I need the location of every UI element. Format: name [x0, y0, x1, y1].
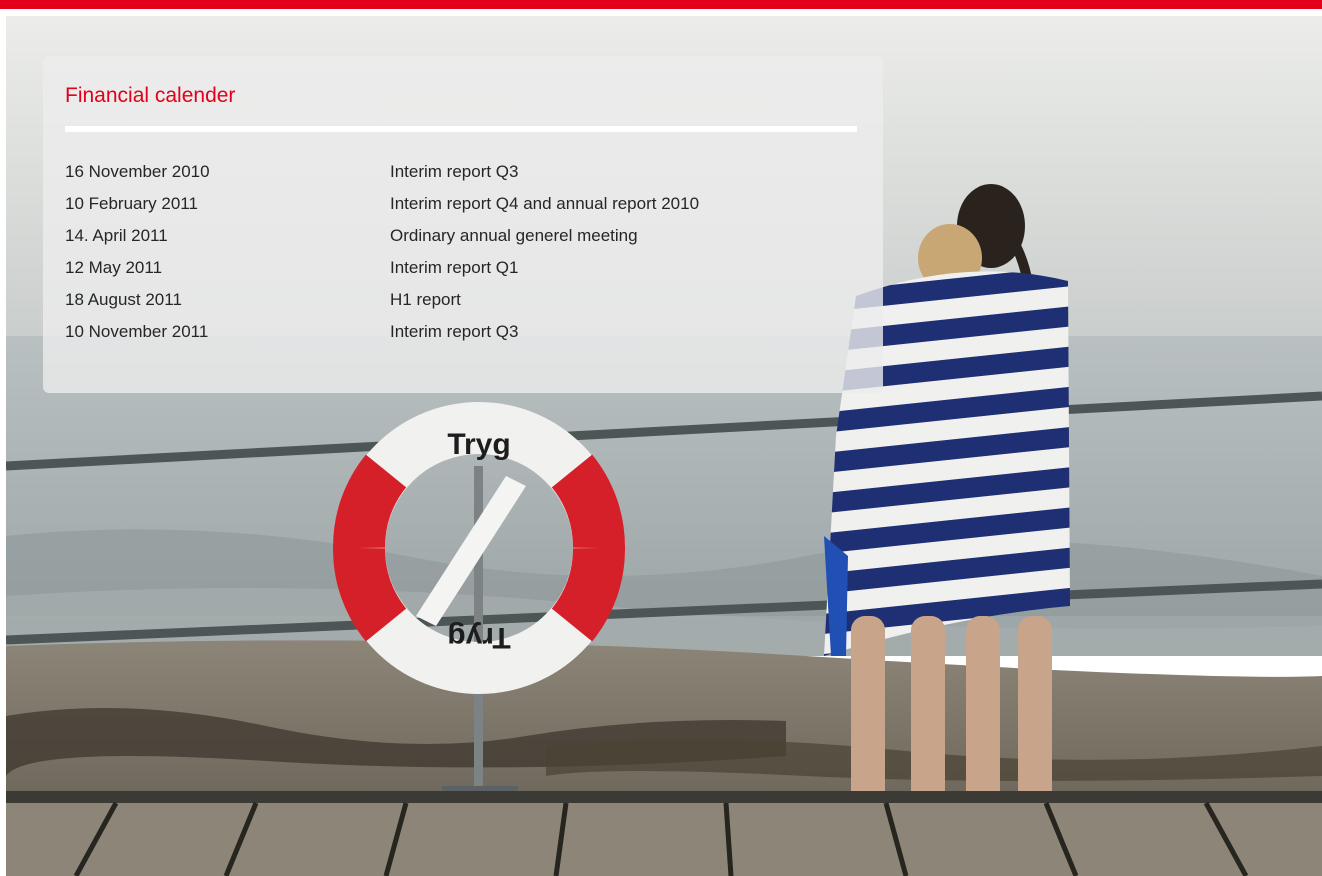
calendar-date: 12 May 2011 — [65, 258, 163, 277]
calendar-event: Interim report Q3 — [390, 322, 519, 341]
calendar-row: 14. April 2011 Ordinary annual generel m… — [65, 220, 865, 252]
calendar-date: 14. April 2011 — [65, 226, 168, 245]
top-accent-bar — [0, 0, 1322, 9]
calendar-row: 16 November 2010 Interim report Q3 — [65, 156, 865, 188]
calendar-row: 10 February 2011 Interim report Q4 and a… — [65, 188, 865, 220]
calendar-date: 10 November 2011 — [65, 322, 209, 341]
calendar-event: Interim report Q1 — [390, 258, 519, 277]
calendar-title: Financial calender — [65, 84, 236, 107]
calendar-date: 10 February 2011 — [65, 194, 198, 213]
calendar-row: 12 May 2011 Interim report Q1 — [65, 252, 865, 284]
buoy-brand-text-inverted: Tryg — [447, 621, 510, 654]
page: Tryg Tryg Financial calender 16 November… — [0, 0, 1322, 876]
calendar-event: Ordinary annual generel meeting — [390, 226, 638, 245]
calendar-date: 18 August 2011 — [65, 290, 182, 309]
boardwalk — [6, 796, 1322, 876]
calendar-event: H1 report — [390, 290, 461, 309]
calendar-date: 16 November 2010 — [65, 162, 210, 181]
calendar-event: Interim report Q4 and annual report 2010 — [390, 194, 700, 213]
calendar-list: 16 November 2010 Interim report Q3 10 Fe… — [65, 156, 865, 348]
calendar-event: Interim report Q3 — [390, 162, 519, 181]
calendar-row: 10 November 2011 Interim report Q3 — [65, 316, 865, 348]
title-divider — [65, 126, 857, 132]
calendar-row: 18 August 2011 H1 report — [65, 284, 865, 316]
financial-calendar-panel: Financial calender 16 November 2010 Inte… — [43, 56, 883, 393]
buoy-brand-text: Tryg — [447, 428, 510, 461]
